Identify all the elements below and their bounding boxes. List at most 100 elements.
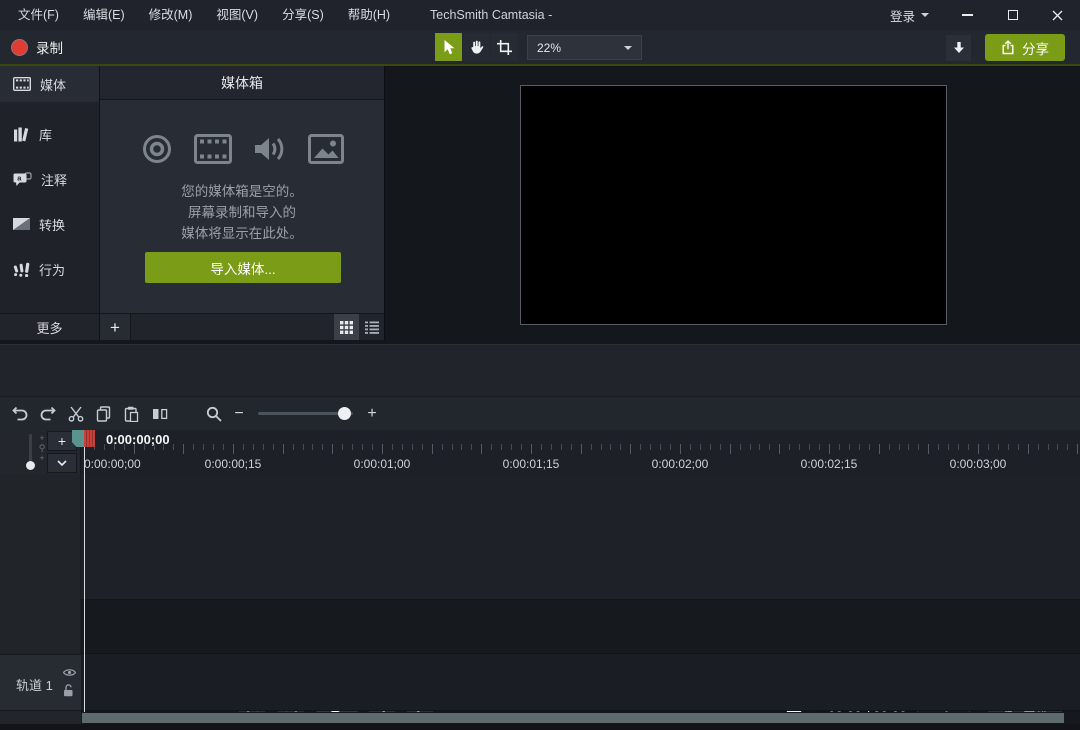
close-button[interactable] — [1035, 0, 1080, 30]
playhead-line[interactable] — [84, 447, 85, 712]
behaviors-icon — [13, 262, 30, 277]
timeline-lane-upper[interactable] — [81, 474, 1080, 600]
timeline-scrollbar[interactable] — [0, 712, 1080, 724]
crop-icon — [497, 39, 512, 55]
collapse-tracks-button[interactable] — [47, 453, 77, 473]
track-lock-button[interactable] — [59, 683, 77, 697]
record-icon — [12, 39, 27, 55]
list-view-button[interactable] — [359, 314, 384, 340]
media-bin-header: 媒体箱 — [100, 66, 384, 100]
timeline-zoom-in-button[interactable]: + — [361, 405, 383, 423]
sidebar-more-button[interactable]: 更多 — [0, 313, 100, 340]
track-height-slider[interactable] — [26, 434, 35, 470]
menu-modify[interactable]: 修改(M) — [137, 0, 205, 30]
login-menu-button[interactable]: 登录 — [874, 0, 945, 30]
timeline-ruler-gutter: + ⚲ + + — [0, 430, 81, 474]
media-bin-bottom-bar: + — [100, 313, 384, 340]
track-visibility-button[interactable] — [60, 665, 78, 679]
grid-view-icon — [340, 320, 353, 334]
menu-file[interactable]: 文件(F) — [6, 0, 71, 30]
undo-button[interactable] — [6, 401, 33, 427]
playback-bar: 00:00 / 00:00 30 fps 属性 — [0, 344, 1080, 730]
redo-icon — [40, 406, 56, 421]
crop-tool-button[interactable] — [491, 33, 518, 61]
sidebar-item-transitions[interactable]: 转换 — [0, 202, 99, 246]
login-label: 登录 — [889, 9, 915, 24]
menu-view[interactable]: 视图(V) — [204, 0, 270, 30]
menu-items: 文件(F) 编辑(E) 修改(M) 视图(V) 分享(S) 帮助(H) — [0, 0, 402, 30]
empty-text-line: 屏幕录制和导入的 — [188, 205, 296, 220]
hand-tool-button[interactable] — [463, 33, 490, 61]
minimize-button[interactable] — [945, 0, 990, 30]
import-media-button[interactable]: 导入媒体... — [145, 252, 341, 283]
record-button[interactable]: 录制 — [12, 36, 63, 58]
canvas-zoom-select[interactable]: 22% — [527, 35, 642, 60]
redo-button[interactable] — [34, 401, 61, 427]
sidebar-item-behaviors[interactable]: 行为 — [0, 247, 99, 291]
media-bin-title: 媒体箱 — [221, 74, 263, 91]
transition-icon — [13, 218, 30, 230]
grid-view-button[interactable] — [334, 314, 359, 340]
cursor-icon — [444, 39, 455, 54]
preview-canvas[interactable] — [520, 85, 947, 325]
undo-icon — [11, 406, 27, 421]
track-height-knob[interactable] — [26, 461, 35, 470]
minimize-icon — [962, 14, 973, 16]
copy-button[interactable] — [90, 401, 117, 427]
maximize-icon — [1007, 10, 1018, 20]
add-media-button[interactable]: + — [100, 314, 131, 340]
timeline-track-1-lane[interactable] — [81, 654, 1080, 711]
split-button[interactable] — [146, 401, 173, 427]
empty-text-line: 您的媒体箱是空的。 — [181, 184, 303, 199]
cut-button[interactable] — [62, 401, 89, 427]
playhead-head[interactable] — [84, 430, 95, 447]
lock-open-icon — [63, 683, 72, 696]
audio-icon — [254, 138, 283, 160]
view-toggles — [334, 314, 384, 340]
ruler-ticks — [81, 444, 1080, 455]
menu-edit[interactable]: 编辑(E) — [71, 0, 137, 30]
menu-help[interactable]: 帮助(H) — [336, 0, 402, 30]
timeline-body: 轨道 1 — [0, 474, 1080, 712]
timeline-zoom-slider[interactable] — [258, 407, 353, 420]
cursor-tool-button[interactable] — [435, 33, 462, 61]
record-label: 录制 — [36, 41, 63, 56]
track-name: 轨道 1 — [16, 678, 53, 693]
timeline-zoom-knob[interactable] — [338, 407, 351, 420]
eye-icon — [62, 668, 76, 676]
export-download-button[interactable] — [946, 35, 971, 61]
timeline-scrollbar-thumb[interactable] — [82, 713, 1064, 723]
paste-button[interactable] — [118, 401, 145, 427]
sidebar-item-annotations[interactable]: a 注释 — [0, 157, 99, 201]
camtasia-window: 文件(F) 编辑(E) 修改(M) 视图(V) 分享(S) 帮助(H) Tech… — [0, 0, 1080, 730]
sidebar-item-library[interactable]: 库 — [0, 112, 99, 156]
scissors-icon — [68, 406, 83, 422]
track-header[interactable]: 轨道 1 — [0, 654, 81, 711]
chevron-down-icon — [57, 460, 67, 466]
timeline-track-gutter: 轨道 1 — [0, 474, 81, 712]
share-icon — [1002, 40, 1014, 55]
caret-down-icon — [921, 13, 929, 17]
library-icon — [14, 127, 29, 141]
timeline-zoom-out-button[interactable]: − — [228, 405, 250, 423]
download-icon — [953, 41, 964, 53]
split-icon — [152, 408, 167, 419]
timeline-zoom-button[interactable] — [200, 401, 227, 427]
timeline-ruler[interactable]: 0:00:00;00 0:00:00;00 0:00:00;15 0:00:01… — [81, 430, 1080, 474]
timeline-ruler-row: + ⚲ + + 0:00:00;00 0:00:00;00 0:00:00;15 0… — [0, 430, 1080, 474]
share-label: 分享 — [1022, 41, 1049, 57]
filmstrip-icon — [13, 77, 31, 91]
window-title: TechSmith Camtasia - — [430, 8, 553, 22]
share-button[interactable]: 分享 — [985, 34, 1065, 61]
menu-share[interactable]: 分享(S) — [270, 0, 336, 30]
sidebar-item-media[interactable]: 媒体 — [0, 66, 99, 102]
sidebar-item-label: 注释 — [41, 172, 68, 188]
ruler-label: 0:00:02;00 — [651, 457, 709, 471]
bottom-strip — [0, 724, 1080, 730]
empty-text-line: 媒体将显示在此处。 — [181, 226, 303, 241]
timeline-lane-middle[interactable] — [81, 600, 1080, 654]
list-view-icon — [364, 321, 379, 334]
sidebar-item-label: 库 — [39, 127, 53, 143]
maximize-button[interactable] — [990, 0, 1035, 30]
menu-bar: 文件(F) 编辑(E) 修改(M) 视图(V) 分享(S) 帮助(H) Tech… — [0, 0, 1080, 30]
